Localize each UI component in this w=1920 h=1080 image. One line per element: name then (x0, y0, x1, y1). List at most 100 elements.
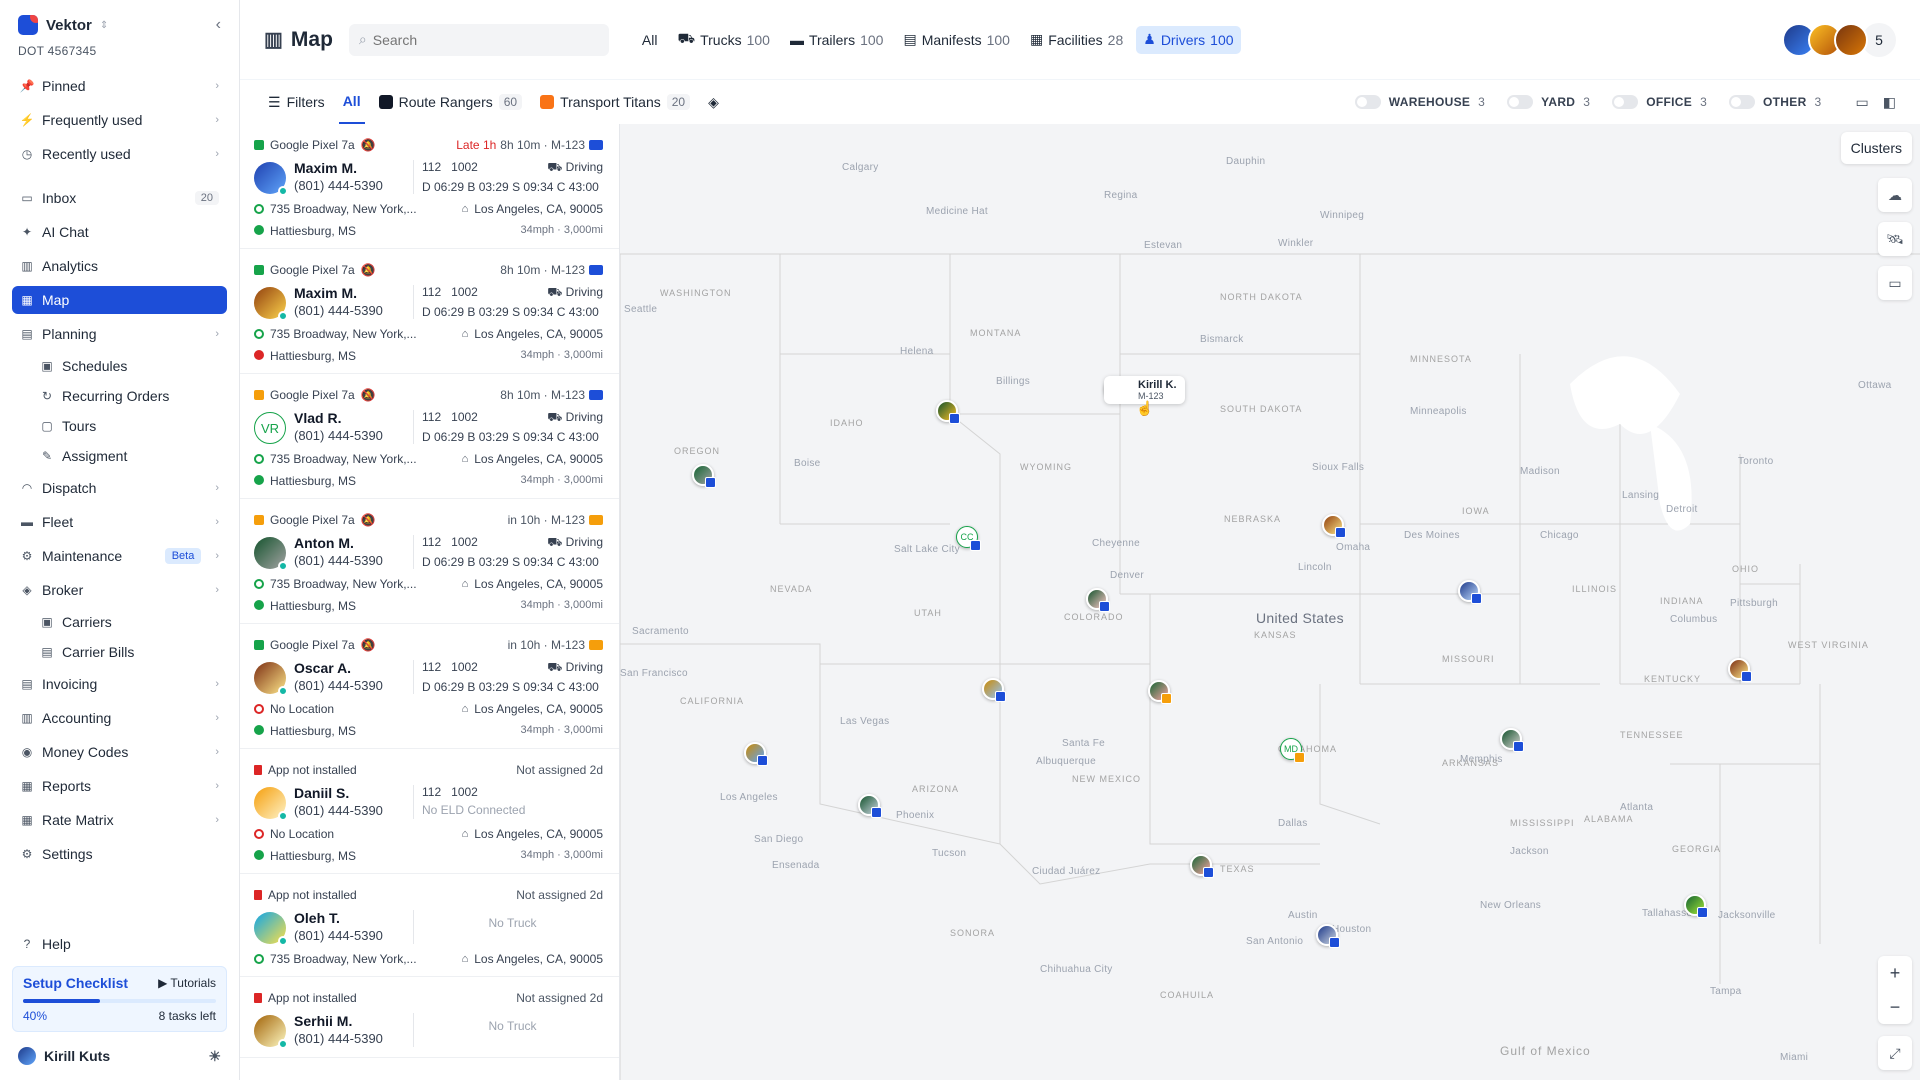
driver-name[interactable]: Anton M. (294, 535, 383, 551)
driver-card[interactable]: Google Pixel 7a 🔕 8h 10m · M-123 VR Vlad R… (240, 374, 619, 499)
sidebar-item-analytics[interactable]: ▥ Analytics (12, 252, 227, 280)
tab-route-rangers[interactable]: Route Rangers 60 (375, 80, 527, 124)
driver-marker[interactable] (744, 742, 768, 766)
sidebar-item-settings[interactable]: ⚙ Settings (12, 840, 227, 868)
driver-marker[interactable] (1458, 580, 1482, 604)
driver-name[interactable]: Maxim M. (294, 160, 383, 176)
satellite-icon[interactable]: 🛰 (1878, 222, 1912, 256)
switch[interactable] (1507, 95, 1534, 109)
toggle-office[interactable]: OFFICE 3 (1612, 95, 1707, 109)
team-avatars[interactable]: 5 (1782, 22, 1896, 57)
layers-button[interactable]: ◈ (704, 80, 723, 124)
driver-marker[interactable] (692, 464, 716, 488)
map-label-city: Bismarck (1200, 334, 1244, 345)
driver-card[interactable]: App not installed Not assigned 2d Serhii … (240, 977, 619, 1058)
segment-all[interactable]: All (635, 26, 665, 54)
map-label-state: TEXAS (1220, 864, 1255, 874)
weather-cloud-icon[interactable]: ☁ (1878, 178, 1912, 212)
setup-checklist[interactable]: Setup Checklist ▶ Tutorials 40% 8 tasks … (12, 966, 227, 1032)
driver-name[interactable]: Oscar A. (294, 660, 383, 676)
sidebar-item-maintenance[interactable]: ⚙ Maintenance Beta › (12, 542, 227, 570)
driver-card[interactable]: App not installed Not assigned 2d Oleh T.… (240, 874, 619, 977)
toggle-yard[interactable]: YARD 3 (1507, 95, 1590, 109)
sidebar-item-inbox[interactable]: ▭ Inbox 20 (12, 184, 227, 212)
segment-drivers[interactable]: ♟ Drivers 100 (1136, 25, 1241, 54)
collapse-sidebar-button[interactable]: ‹ (216, 16, 221, 34)
driver-marker[interactable]: MD (1280, 738, 1305, 763)
filters-button[interactable]: ☰ Filters (264, 80, 329, 124)
tutorials-link[interactable]: ▶ Tutorials (158, 976, 216, 990)
driver-marker[interactable] (1190, 854, 1214, 878)
sidebar-item-broker[interactable]: ◈ Broker › (12, 576, 227, 604)
sidebar-item-map[interactable]: ▦ Map (12, 286, 227, 314)
segment-facilities[interactable]: ▦ Facilities 28 (1023, 26, 1130, 54)
comment-icon[interactable]: ▭ (1878, 266, 1912, 300)
zoom-in-button[interactable]: + (1878, 956, 1912, 990)
switch[interactable] (1729, 95, 1756, 109)
sidebar-item-help[interactable]: ? Help (12, 930, 227, 958)
driver-card[interactable]: Google Pixel 7a 🔕 in 10h · M-123 Anton M.(… (240, 499, 619, 624)
driver-marker[interactable] (858, 794, 882, 818)
driver-name[interactable]: Oleh T. (294, 910, 383, 926)
split-view-icon[interactable]: ▭ (1856, 94, 1869, 111)
sidebar-item-carrier-bills[interactable]: ▤ Carrier Bills (12, 640, 227, 664)
sidebar-item-assigment[interactable]: ✎ Assigment (12, 444, 227, 468)
sidebar-item-tours[interactable]: ▢ Tours (12, 414, 227, 438)
sidebar-item-rate-matrix[interactable]: ▦ Rate Matrix › (12, 806, 227, 834)
sidebar-item-planning[interactable]: ▤ Planning › (12, 320, 227, 348)
driver-card[interactable]: Google Pixel 7a 🔕 in 10h · M-123 Oscar A.(… (240, 624, 619, 749)
toggle-warehouse[interactable]: WAREHOUSE 3 (1354, 95, 1485, 109)
driver-name[interactable]: Maxim M. (294, 285, 383, 301)
zoom-out-button[interactable]: − (1878, 990, 1912, 1024)
sidebar-item-recent[interactable]: ◷ Recently used › (12, 140, 227, 168)
sidebar-item-frequent[interactable]: ⚡ Frequently used › (12, 106, 227, 134)
driver-marker[interactable] (936, 400, 960, 424)
sidebar-panel-icon[interactable]: ◧ (1883, 94, 1896, 111)
sun-icon[interactable]: ☀ (208, 1048, 221, 1065)
sidebar-item-schedules[interactable]: ▣ Schedules (12, 354, 227, 378)
home-icon: ⌂ (461, 328, 469, 340)
driver-card[interactable]: Google Pixel 7a 🔕 Late 1h 8h 10m · M-123 Ma… (240, 124, 619, 249)
driver-marker[interactable] (1086, 588, 1110, 612)
switch[interactable] (1612, 95, 1639, 109)
sidebar-item-ai-chat[interactable]: ✦ AI Chat (12, 218, 227, 246)
sparkle-icon: ✦ (21, 225, 33, 239)
driver-card[interactable]: Google Pixel 7a 🔕 8h 10m · M-123 Maxim M.(… (240, 249, 619, 374)
sidebar-item-recurring-orders[interactable]: ↻ Recurring Orders (12, 384, 227, 408)
driver-marker[interactable] (982, 678, 1006, 702)
sidebar-item-carriers[interactable]: ▣ Carriers (12, 610, 227, 634)
driver-marker[interactable] (1500, 728, 1524, 752)
driver-marker[interactable] (1316, 924, 1340, 948)
tab-transport-titans[interactable]: Transport Titans 20 (536, 80, 694, 124)
sidebar-item-fleet[interactable]: ▬ Fleet › (12, 508, 227, 536)
driver-marker[interactable] (1322, 514, 1346, 538)
sidebar-item-money-codes[interactable]: ◉ Money Codes › (12, 738, 227, 766)
sidebar-item-pinned[interactable]: 📌 Pinned › (12, 72, 227, 100)
driver-name[interactable]: Serhii M. (294, 1013, 383, 1029)
sidebar-item-label: Carrier Bills (62, 644, 135, 660)
sidebar-item-invoicing[interactable]: ▤ Invoicing › (12, 670, 227, 698)
map-canvas[interactable]: Calgary Regina Winnipeg Medicine Hat Est… (620, 124, 1920, 1080)
sidebar-item-dispatch[interactable]: ◠ Dispatch › (12, 474, 227, 502)
driver-marker[interactable] (1684, 894, 1708, 918)
toggle-other[interactable]: OTHER 3 (1729, 95, 1821, 109)
segment-trucks[interactable]: ⛟ Trucks 100 (670, 26, 776, 54)
driver-card[interactable]: App not installed Not assigned 2d Daniil … (240, 749, 619, 874)
driver-marker[interactable] (1148, 680, 1172, 704)
driver-marker[interactable] (1728, 658, 1752, 682)
switch[interactable] (1354, 95, 1381, 109)
search-input[interactable] (372, 31, 573, 48)
clusters-button[interactable]: Clusters (1840, 132, 1912, 164)
segment-manifests[interactable]: ▤ Manifests 100 (896, 26, 1017, 54)
driver-marker[interactable]: CC (956, 526, 981, 551)
driver-name[interactable]: Daniil S. (294, 785, 383, 801)
tab-all[interactable]: All (338, 80, 365, 124)
driver-name[interactable]: Vlad R. (294, 410, 383, 426)
sidebar-item-accounting[interactable]: ▥ Accounting › (12, 704, 227, 732)
search-box[interactable]: ⌕ (348, 23, 609, 56)
user-menu[interactable]: Kirill Kuts ☀ (12, 1032, 227, 1080)
sidebar-item-reports[interactable]: ▦ Reports › (12, 772, 227, 800)
fullscreen-icon[interactable]: ⤢ (1878, 1036, 1912, 1070)
brand-switcher[interactable]: Vektor ⇕ ‹ (12, 0, 227, 50)
segment-trailers[interactable]: ▬ Trailers 100 (783, 26, 891, 54)
